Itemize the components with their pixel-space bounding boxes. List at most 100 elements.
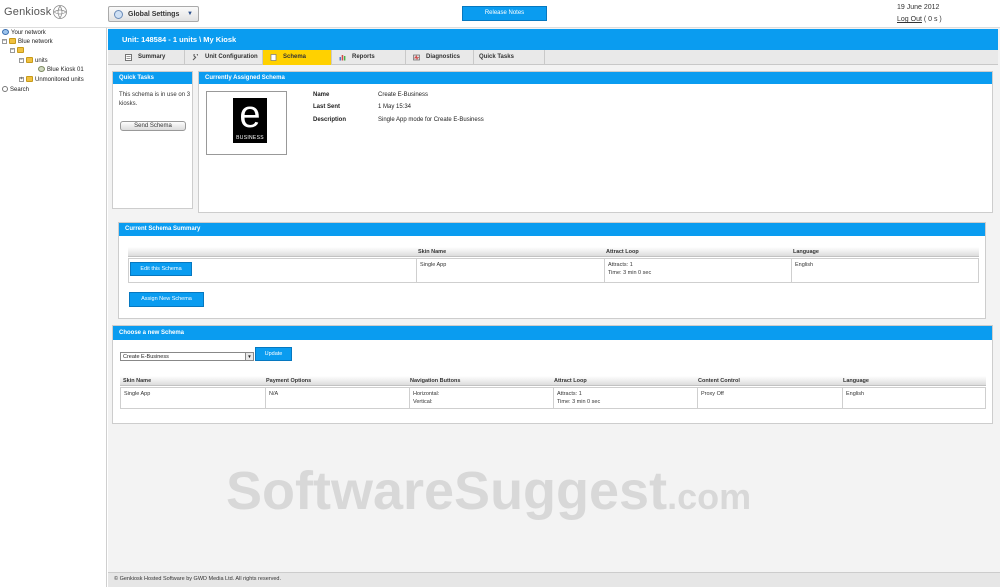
quick-tasks-title: Quick Tasks bbox=[113, 72, 192, 84]
content-control-cell: Proxy Off bbox=[697, 388, 842, 408]
choose-schema-title: Choose a new Schema bbox=[113, 326, 992, 340]
tab-reports[interactable]: Reports bbox=[332, 50, 406, 65]
schema-thumbnail: e BUSINESS bbox=[206, 91, 287, 155]
tree-item-your-network[interactable]: Your network bbox=[2, 29, 46, 38]
document-icon bbox=[270, 54, 277, 61]
collapse-icon[interactable]: − bbox=[2, 38, 7, 44]
watermark: SoftwareSuggest.com bbox=[226, 460, 751, 522]
attract-count: Attracts: 1 bbox=[608, 262, 633, 268]
copyright-text: © Genkiosk Hosted Software by GWD Media … bbox=[114, 576, 281, 582]
global-settings-label: Global Settings bbox=[128, 11, 180, 18]
schema-summary-title: Current Schema Summary bbox=[119, 223, 985, 236]
col-payment-options: Payment Options bbox=[266, 378, 312, 384]
app-logo: Genkiosk bbox=[4, 6, 52, 18]
tree-item-unmonitored-units[interactable]: + Unmonitored units bbox=[19, 76, 84, 85]
attract-loop-cell: Attracts: 1 Time: 3 min 0 sec bbox=[553, 388, 697, 408]
skin-name-cell: Single App bbox=[416, 259, 604, 282]
description-value: Single App mode for Create E-Business bbox=[378, 117, 484, 123]
watermark-main: SoftwareSuggest bbox=[226, 461, 668, 521]
logout-link[interactable]: Log Out bbox=[897, 16, 922, 23]
tab-diagnostics[interactable]: Diagnostics bbox=[406, 50, 474, 65]
network-icon bbox=[2, 29, 9, 36]
attract-loop-cell: Attracts: 1 Time: 3 min 0 sec bbox=[604, 259, 791, 282]
nav-horizontal: Horizontal: bbox=[413, 391, 440, 397]
attract-count: Attracts: 1 bbox=[557, 391, 582, 397]
choose-table-header: Skin Name Payment Options Navigation But… bbox=[120, 376, 986, 386]
tree-item-blue-network[interactable]: − Blue network bbox=[2, 38, 53, 47]
skin-name-cell: Single App bbox=[124, 391, 151, 397]
schema-summary-panel: Current Schema Summary Skin Name Attract… bbox=[118, 222, 986, 319]
assigned-schema-title: Currently Assigned Schema bbox=[199, 72, 992, 84]
watermark-suffix: .com bbox=[667, 476, 752, 517]
assigned-schema-panel: Currently Assigned Schema e BUSINESS Nam… bbox=[198, 71, 993, 213]
expand-icon[interactable]: + bbox=[19, 76, 24, 82]
tab-unit-configuration[interactable]: Unit Configuration bbox=[185, 50, 263, 65]
choose-schema-panel: Choose a new Schema Create E-Business ▼ … bbox=[112, 325, 993, 424]
nav-vertical: Vertical: bbox=[413, 399, 433, 405]
assign-new-schema-button[interactable]: Assign New Schema bbox=[129, 292, 204, 307]
bar-chart-icon bbox=[339, 55, 346, 61]
name-label: Name bbox=[313, 92, 330, 98]
send-schema-button[interactable]: Send Schema bbox=[120, 121, 186, 131]
col-attract-loop: Attract Loop bbox=[606, 249, 639, 255]
settings-globe-icon bbox=[114, 10, 123, 19]
language-cell: English bbox=[842, 388, 985, 408]
tree-label: Unmonitored units bbox=[35, 77, 84, 83]
tab-quick-tasks[interactable]: Quick Tasks bbox=[474, 50, 545, 65]
tree-label: Search bbox=[10, 87, 30, 93]
tree-label: Blue network bbox=[18, 39, 53, 45]
summary-table-header: Skin Name Attract Loop Language bbox=[128, 247, 979, 257]
unit-title: Unit: 148584 - 1 units \ My Kiosk bbox=[122, 35, 237, 44]
schema-select-value: Create E-Business bbox=[123, 354, 169, 360]
last-sent-label: Last Sent bbox=[313, 104, 341, 110]
session-timer: ( 0 s ) bbox=[921, 16, 942, 23]
update-button[interactable]: Update bbox=[255, 347, 292, 361]
release-notes-button[interactable]: Release Notes bbox=[462, 6, 547, 21]
col-language: Language bbox=[843, 378, 869, 384]
folder-icon bbox=[17, 47, 24, 54]
tree-label: Blue Kiosk 01 bbox=[47, 67, 84, 73]
global-settings-dropdown[interactable]: Global Settings ▼ bbox=[108, 6, 199, 22]
current-date: 19 June 2012 bbox=[897, 4, 940, 11]
tab-label: Diagnostics bbox=[426, 54, 461, 60]
tree-item-unnamed-folder[interactable]: − bbox=[10, 47, 26, 56]
ebusiness-logo: e BUSINESS bbox=[233, 94, 267, 143]
col-skin-name: Skin Name bbox=[123, 378, 152, 384]
footer: © Genkiosk Hosted Software by GWD Media … bbox=[108, 572, 1000, 587]
folder-icon bbox=[26, 57, 33, 64]
col-attract-loop: Attract Loop bbox=[554, 378, 587, 384]
logo-text: BUSINESS bbox=[236, 135, 264, 141]
col-content-control: Content Control bbox=[698, 378, 740, 384]
tree-item-search[interactable]: Search bbox=[2, 86, 29, 95]
payment-cell: N/A bbox=[265, 388, 409, 408]
top-bar: Genkiosk Global Settings ▼ Release Notes… bbox=[0, 0, 1000, 28]
kiosk-icon bbox=[38, 66, 45, 73]
attract-time: Time: 3 min 0 sec bbox=[557, 399, 601, 405]
tree-label: units bbox=[35, 58, 48, 64]
col-language: Language bbox=[793, 249, 819, 255]
diagnostics-icon bbox=[413, 54, 420, 61]
tree-item-blue-kiosk-01[interactable]: Blue Kiosk 01 bbox=[38, 66, 84, 75]
logo-letter: e bbox=[239, 94, 261, 136]
quick-tasks-panel: Quick Tasks This schema is in use on 3 k… bbox=[112, 71, 193, 209]
name-value: Create E-Business bbox=[378, 92, 429, 98]
logout-area: Log Out ( 0 s ) bbox=[897, 16, 942, 23]
network-tree-sidebar: Your network − Blue network − − units Blue… bbox=[0, 28, 107, 587]
language-cell: English bbox=[791, 259, 978, 282]
collapse-icon[interactable]: − bbox=[10, 47, 15, 53]
tab-summary[interactable]: Summary bbox=[118, 50, 185, 65]
tab-label: Summary bbox=[138, 54, 166, 60]
edit-schema-button[interactable]: Edit this Schema bbox=[130, 262, 192, 276]
tab-label: Reports bbox=[352, 54, 375, 60]
tree-item-units[interactable]: − units bbox=[19, 57, 48, 66]
chevron-down-icon: ▼ bbox=[187, 11, 193, 17]
tab-schema[interactable]: Schema bbox=[263, 50, 332, 65]
tree-label: Your network bbox=[11, 30, 46, 36]
table-row[interactable]: Single App N/A Horizontal: Vertical: Att… bbox=[120, 387, 986, 409]
collapse-icon[interactable]: − bbox=[19, 57, 24, 63]
navigation-cell: Horizontal: Vertical: bbox=[409, 388, 553, 408]
attract-time: Time: 3 min 0 sec bbox=[608, 270, 652, 276]
tab-label: Schema bbox=[283, 54, 307, 60]
tab-label: Unit Configuration bbox=[205, 54, 258, 60]
schema-select[interactable]: Create E-Business ▼ bbox=[120, 352, 254, 361]
